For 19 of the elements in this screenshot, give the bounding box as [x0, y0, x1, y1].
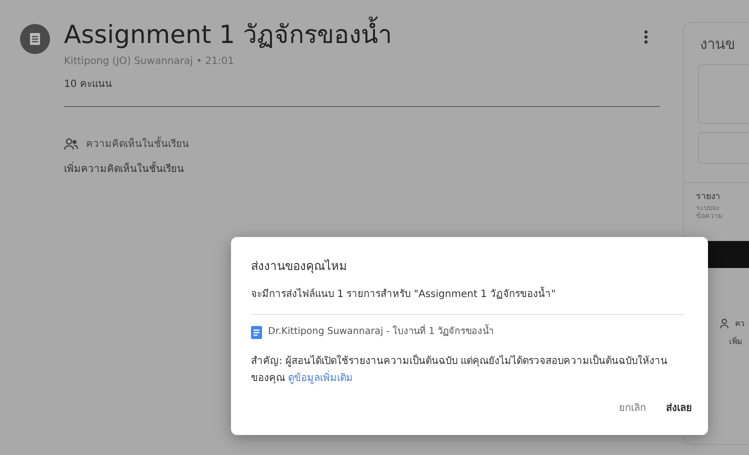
people-icon	[64, 138, 78, 150]
add-comment-link[interactable]: เพิ่มความคิดเห็นในชั้นเรียน	[64, 162, 660, 176]
dialog-message: จะมีการส่งไฟล์แนบ 1 รายการสำหรับ "Assignment 1 วัฏจักรของน้ำ"	[251, 287, 684, 302]
assignment-icon	[20, 24, 50, 54]
panel-title: งานข	[699, 34, 736, 55]
report-title: รายงา	[695, 190, 721, 204]
document-icon	[251, 326, 262, 339]
more-icon[interactable]	[644, 30, 648, 44]
author-time: Kittipong (JO) Suwannaraj • 21:01	[64, 54, 235, 68]
dialog-title: ส่งงานของคุณไหม	[251, 258, 348, 275]
attachment-name[interactable]: Dr.Kittipong Suwannaraj - ใบงานที่ 1 วัฏจักรของน้ำ	[268, 325, 494, 340]
learn-more-link[interactable]: ดูข้อมูลเพิ่มเติม	[288, 373, 354, 384]
originality-notice: สำคัญ: ผู้สอนได้เปิดใช้รายงานความเป็นต้นฉบับ แต่คุณยังไม่ได้ตรวจสอบความเป็นต้นฉบับให้งานของคุณ ดูข้อมูลเพิ่มเติม	[251, 353, 669, 386]
submit-button[interactable]: ส่งเลย	[660, 397, 698, 420]
assignment-title: Assignment 1 วัฏจักรของน้ำ	[64, 16, 392, 54]
comments-heading: คว	[735, 318, 744, 330]
comments-heading: ความคิดเห็นในชั้นเรียน	[86, 136, 189, 152]
points: 10 คะแนน	[64, 78, 113, 92]
cancel-button[interactable]: ยกเลิก	[613, 397, 652, 420]
